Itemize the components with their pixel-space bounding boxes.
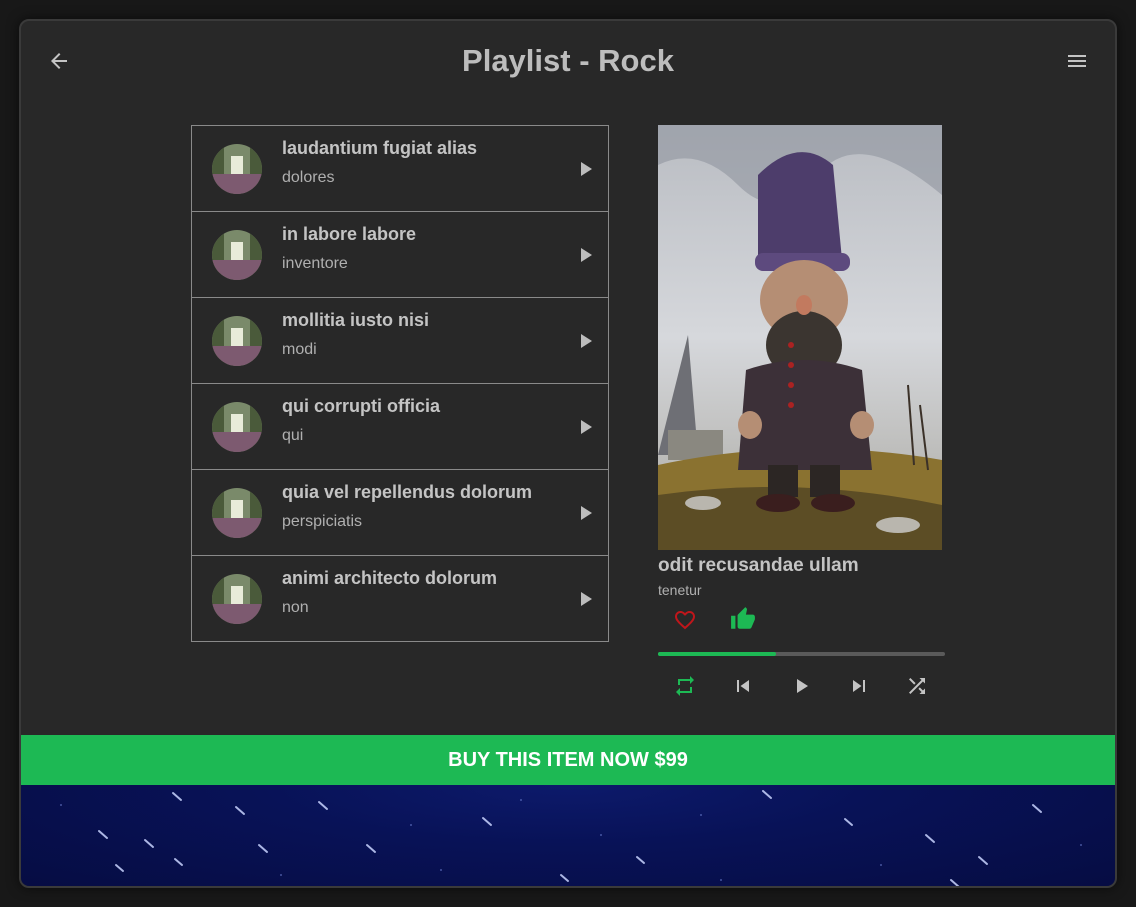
repeat-button[interactable] [673,674,697,698]
track-thumbnail [212,144,262,194]
track-artist: perspiciatis [282,513,363,530]
reaction-buttons [658,604,948,638]
play-icon[interactable] [581,334,592,348]
track-title: mollitia iusto nisi [282,310,430,330]
track-row[interactable]: mollitia iusto nisi modi [191,297,609,384]
next-button[interactable] [847,674,871,698]
progress-bar[interactable] [658,652,945,656]
track-thumbnail [212,402,262,452]
menu-button[interactable] [1065,49,1089,73]
track-row[interactable]: in labore labore inventore [191,211,609,298]
play-icon[interactable] [581,162,592,176]
track-artist: qui [282,427,304,444]
heart-outline-icon [675,611,695,630]
track-thumbnail [212,316,262,366]
track-thumbnail [212,488,262,538]
shuffle-icon [909,678,925,694]
thumbs-up-button[interactable] [730,606,756,632]
track-title: animi architecto dolorum [282,568,498,588]
buy-now-button[interactable]: BUY THIS ITEM NOW $99 [21,735,1115,785]
favorite-button[interactable] [673,608,697,632]
app-window: Playlist - Rock laudantium fugiat alias … [19,19,1117,888]
play-icon[interactable] [581,248,592,262]
progress-fill [658,652,776,656]
track-thumbnail [212,574,262,624]
album-cover [658,125,942,550]
track-row[interactable]: quia vel repellendus dolorum perspiciati… [191,469,609,556]
now-playing-panel: odit recusandae ullam tenetur [658,125,948,714]
play-icon[interactable] [581,592,592,606]
previous-button[interactable] [731,674,755,698]
track-row[interactable]: laudantium fugiat alias dolores [191,125,609,212]
track-title: quia vel repellendus dolorum [282,482,533,502]
header: Playlist - Rock [21,21,1115,111]
track-row[interactable]: qui corrupti officia qui [191,383,609,470]
play-button[interactable] [789,674,813,698]
now-playing-artist: tenetur [658,582,702,598]
skip-next-icon [853,680,865,692]
play-icon [797,679,808,693]
play-icon[interactable] [581,506,592,520]
track-row[interactable]: animi architecto dolorum non [191,555,609,642]
thumbs-up-icon [731,607,755,629]
playlist: laudantium fugiat alias dolores in labor… [191,125,609,642]
track-title: in labore labore [282,224,417,244]
track-artist: non [282,599,309,616]
track-artist: modi [282,341,317,358]
skip-previous-icon [737,680,749,692]
repeat-icon [676,676,694,696]
now-playing-title: odit recusandae ullam [658,555,859,576]
track-thumbnail [212,230,262,280]
shuffle-button[interactable] [905,674,929,698]
hamburger-menu-icon [1068,55,1086,67]
track-title: qui corrupti officia [282,396,441,416]
play-icon[interactable] [581,420,592,434]
page-title: Playlist - Rock [462,43,674,78]
track-title: laudantium fugiat alias [282,138,478,158]
track-artist: inventore [282,255,348,272]
playback-controls [658,674,948,714]
starfield-banner [21,785,1115,886]
track-artist: dolores [282,169,335,186]
